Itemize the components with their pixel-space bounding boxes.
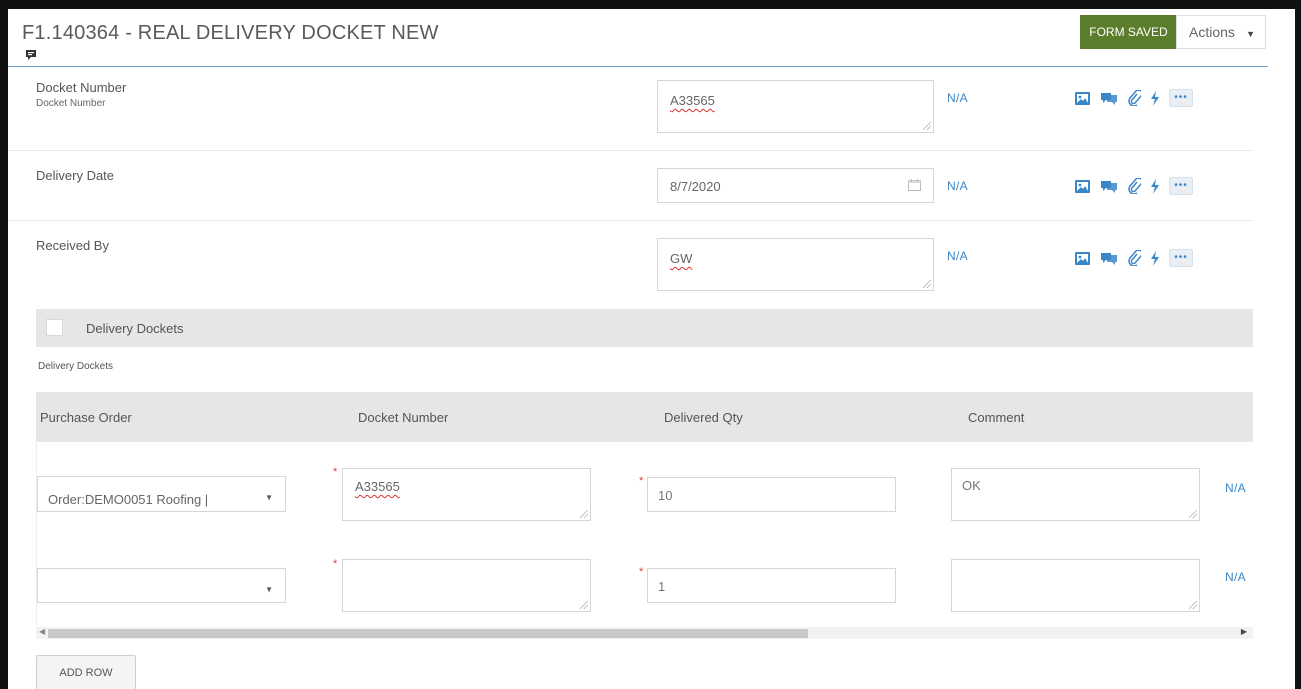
required-marker: * [639, 475, 644, 487]
docket-number-textarea[interactable]: A33565 [657, 80, 934, 133]
resize-handle-icon[interactable] [1189, 601, 1197, 609]
na-link[interactable]: N/A [1225, 570, 1246, 584]
na-link[interactable]: N/A [947, 91, 968, 105]
na-link[interactable]: N/A [947, 179, 968, 193]
delivery-dockets-section: Delivery Dockets [36, 309, 1253, 347]
na-link[interactable]: N/A [947, 249, 968, 263]
lightning-icon[interactable] [1150, 250, 1160, 266]
section-title: Delivery Dockets [86, 321, 184, 336]
delivered-qty-input[interactable]: 1 [647, 568, 896, 603]
column-header-delivered-qty[interactable]: Delivered Qty [664, 410, 743, 425]
paperclip-icon[interactable] [1127, 250, 1141, 266]
form-saved-button[interactable]: FORM SAVED [1080, 15, 1177, 49]
caret-down-icon: ▼ [265, 585, 273, 594]
comment-textarea[interactable] [951, 559, 1200, 612]
caret-down-icon: ▼ [265, 493, 273, 502]
lightning-icon[interactable] [1150, 90, 1160, 106]
field-label: Docket Number [36, 80, 127, 95]
resize-handle-icon[interactable] [580, 601, 588, 609]
column-header-comment[interactable]: Comment [968, 410, 1024, 425]
section-checkbox[interactable] [46, 319, 63, 336]
caret-down-icon: ▼ [1246, 29, 1255, 39]
comment-icon[interactable] [1100, 91, 1118, 106]
required-marker: * [333, 558, 338, 570]
required-marker: * [639, 566, 644, 578]
more-icon[interactable]: ••• [1169, 249, 1193, 267]
field-tools: ••• [1074, 249, 1193, 267]
docket-number-cell-value: A33565 [355, 479, 400, 494]
delivery-date-value: 8/7/2020 [670, 179, 721, 194]
comment-value: OK [962, 478, 981, 493]
comment-icon[interactable] [1100, 251, 1118, 266]
delivered-qty-value: 10 [658, 488, 673, 503]
horizontal-scrollbar[interactable]: ◀ ▶ [36, 627, 1253, 639]
delivered-qty-value: 1 [658, 579, 666, 594]
field-row-docket-number: Docket Number Docket Number A33565 N/A •… [8, 67, 1253, 151]
paperclip-icon[interactable] [1127, 178, 1141, 194]
comment-icon[interactable] [25, 49, 37, 61]
column-header-docket-number[interactable]: Docket Number [358, 410, 448, 425]
add-row-button[interactable]: ADD ROW [36, 655, 136, 689]
field-label: Received By [36, 238, 109, 253]
resize-handle-icon[interactable] [580, 510, 588, 518]
field-sublabel: Docket Number [36, 98, 106, 109]
comment-icon[interactable] [1100, 179, 1118, 194]
section-subtitle: Delivery Dockets [38, 361, 114, 372]
column-header-purchase-order[interactable]: Purchase Order [40, 410, 132, 425]
scroll-right-icon[interactable]: ▶ [1241, 627, 1247, 636]
field-label: Delivery Date [36, 168, 115, 183]
docket-number-cell[interactable]: A33565 [342, 468, 591, 521]
grid-header: Purchase Order Docket Number Delivered Q… [36, 392, 1253, 442]
truncated-text: - - - - - - [48, 511, 114, 512]
grid-body: Order:DEMO0051 Roofing | - - - - - - ▼ *… [36, 442, 1253, 627]
delivered-qty-input[interactable]: 10 [647, 477, 896, 512]
image-icon[interactable] [1074, 91, 1091, 106]
field-row-received-by: Received By GW N/A ••• [8, 221, 1253, 306]
resize-handle-icon[interactable] [923, 122, 931, 130]
paperclip-icon[interactable] [1127, 90, 1141, 106]
more-icon[interactable]: ••• [1169, 177, 1193, 195]
window-frame-right [1295, 0, 1301, 689]
required-marker: * [333, 466, 338, 478]
purchase-order-select[interactable]: Order:DEMO0051 Roofing | - - - - - - ▼ [37, 476, 286, 512]
actions-label: Actions [1189, 24, 1235, 40]
purchase-order-select[interactable]: ▼ [37, 568, 286, 603]
calendar-icon[interactable] [908, 179, 921, 194]
docket-number-cell[interactable] [342, 559, 591, 612]
more-icon[interactable]: ••• [1169, 89, 1193, 107]
field-tools: ••• [1074, 177, 1193, 195]
window-frame-left [0, 0, 8, 689]
field-tools: ••• [1074, 89, 1193, 107]
form-title: F1.140364 - REAL DELIVERY DOCKET NEW [22, 22, 439, 44]
received-by-textarea[interactable]: GW [657, 238, 934, 291]
image-icon[interactable] [1074, 251, 1091, 266]
window-frame-top [0, 0, 1301, 9]
resize-handle-icon[interactable] [1189, 510, 1197, 518]
image-icon[interactable] [1074, 179, 1091, 194]
lightning-icon[interactable] [1150, 178, 1160, 194]
comment-textarea[interactable]: OK [951, 468, 1200, 521]
field-row-delivery-date: Delivery Date 8/7/2020 N/A ••• [8, 151, 1253, 221]
scrollbar-thumb[interactable] [48, 629, 808, 638]
purchase-order-value: Order:DEMO0051 Roofing | [48, 492, 209, 507]
delivery-date-input[interactable]: 8/7/2020 [657, 168, 934, 203]
received-by-value: GW [670, 251, 693, 266]
na-link[interactable]: N/A [1225, 481, 1246, 495]
actions-dropdown[interactable]: Actions ▼ [1176, 15, 1266, 49]
scroll-left-icon[interactable]: ◀ [39, 627, 45, 636]
resize-handle-icon[interactable] [923, 280, 931, 288]
form-header: F1.140364 - REAL DELIVERY DOCKET NEW FOR… [8, 9, 1295, 67]
docket-number-value: A33565 [670, 93, 715, 108]
